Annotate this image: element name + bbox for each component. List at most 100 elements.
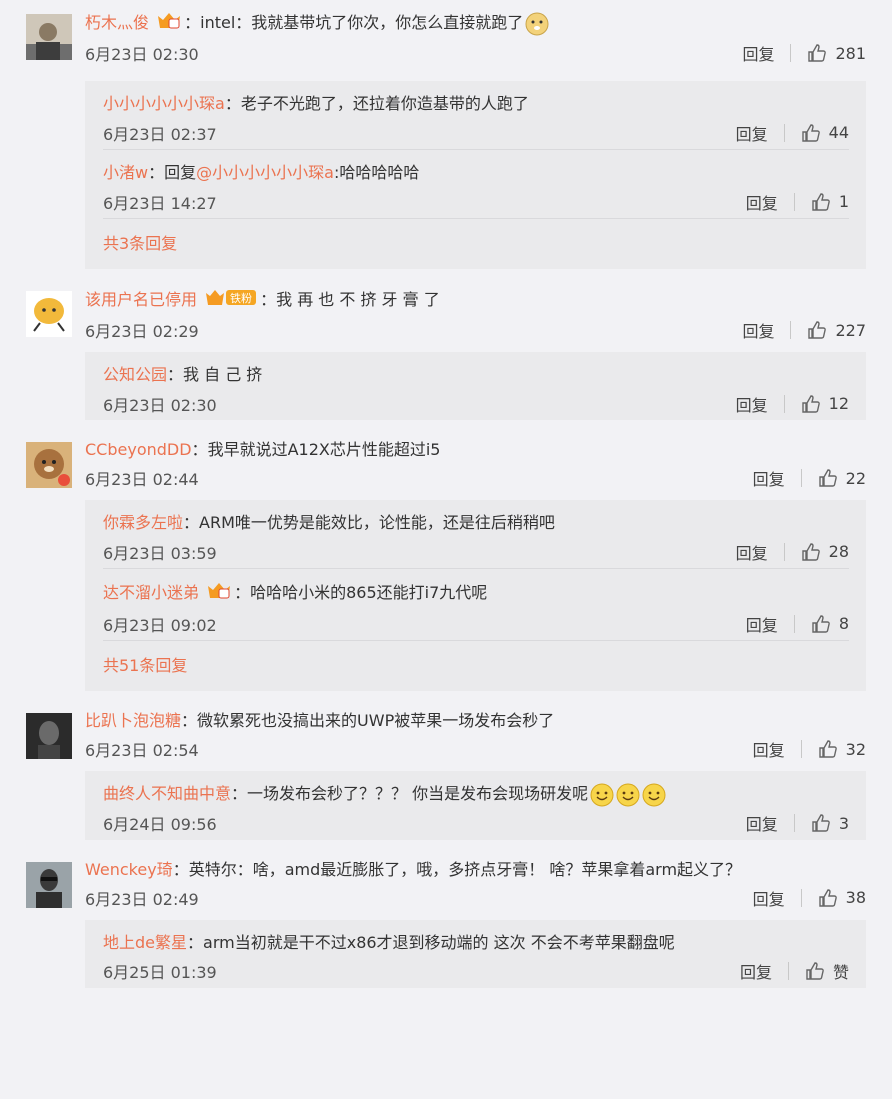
reply-button[interactable]: 回复 — [736, 392, 768, 416]
comment-time: 6月23日 02:54 — [85, 741, 199, 760]
divider — [783, 394, 785, 413]
like-button[interactable]: 44 — [801, 123, 849, 143]
like-count: 赞 — [832, 963, 849, 982]
reply-time: 6月25日 01:39 — [103, 963, 217, 982]
comment-text: 微软累死也没搞出来的UWP被苹果一场发布会秒了 — [197, 711, 555, 730]
reply-button[interactable]: 回复 — [746, 811, 778, 835]
comment-text: 英特尔：啥，amd最近膨胀了，哦，多挤点牙膏！ 啥？苹果拿着arm起义了？ — [188, 859, 742, 879]
fan-badge-icon: 铁粉 — [204, 287, 258, 314]
like-button[interactable]: 28 — [801, 542, 849, 562]
like-button[interactable]: 38 — [818, 888, 866, 908]
reply-item: 小小小小小小琛a：老子不光跑了，还拉着你造基带的人跑了 6月23日 02:37 … — [103, 81, 849, 150]
thumbs-up-icon — [801, 123, 820, 142]
reply-time: 6月24日 09:56 — [103, 815, 217, 834]
reply-time: 6月23日 02:30 — [103, 395, 217, 415]
reply-item: 小渚w：回复@小小小小小小琛a:哈哈哈哈哈 6月23日 14:27 回复 1 — [103, 150, 849, 219]
reply-button[interactable]: 回复 — [736, 121, 768, 145]
like-count: 1 — [838, 192, 849, 211]
reply-username[interactable]: 公知公园 — [103, 365, 167, 384]
comment-time: 6月23日 02:44 — [85, 470, 199, 489]
divider — [787, 962, 789, 980]
avatar[interactable] — [26, 14, 72, 60]
reply-button[interactable]: 回复 — [740, 959, 772, 983]
comment-username[interactable]: CCbeyondDD — [85, 440, 192, 459]
reply-button[interactable]: 回复 — [753, 466, 785, 490]
reply-text: arm当初就是干不过x86才退到移动端的 这次 不会不考苹果翻盘呢 — [203, 932, 675, 952]
avatar[interactable] — [26, 713, 72, 759]
comment: 该用户名已停用 铁粉 ：我 再 也 不 挤 牙 膏 了 6月23日 02:29 回… — [0, 287, 892, 420]
comment-text: 我 再 也 不 挤 牙 膏 了 — [276, 290, 440, 309]
like-button[interactable]: 32 — [818, 739, 866, 759]
reply-text: :哈哈哈哈哈 — [333, 163, 420, 182]
thumbs-up-icon — [818, 888, 837, 907]
comment-username[interactable]: Wenckey琦 — [85, 860, 173, 879]
reply-username[interactable]: 达不溜小迷弟 — [103, 583, 199, 602]
thumbs-up-icon — [812, 192, 830, 211]
thumbs-up-icon — [818, 469, 837, 487]
comment-time: 6月23日 02:29 — [85, 322, 199, 341]
reply-button[interactable]: 回复 — [736, 540, 768, 564]
comment: 朽木灬俊 ：intel：我就基带坑了你次，你怎么直接就跑了 6月23日 02:3… — [0, 0, 892, 269]
avatar[interactable] — [26, 291, 72, 337]
reply-button[interactable]: 回复 — [742, 41, 774, 65]
reply-button[interactable]: 回复 — [746, 190, 778, 214]
like-button[interactable]: 8 — [811, 614, 849, 634]
comment-text: intel：我就基带坑了你次，你怎么直接就跑了 — [200, 13, 524, 32]
crown-badge-icon — [206, 580, 232, 607]
like-count: 3 — [838, 813, 849, 833]
reply-time: 6月23日 09:02 — [103, 615, 217, 635]
more-replies-link[interactable]: 共51条回复 — [103, 641, 849, 691]
reply-username[interactable]: 地上de繁星 — [103, 933, 187, 952]
replies-panel: 你霖多左啦：ARM唯一优势是能效比，论性能，还是往后稍稍吧 6月23日 03:5… — [85, 500, 866, 691]
divider — [790, 321, 792, 339]
reply-username[interactable]: 你霖多左啦 — [103, 513, 183, 532]
like-button[interactable]: 赞 — [805, 959, 849, 983]
like-count: 38 — [845, 888, 866, 907]
like-button[interactable]: 3 — [811, 813, 849, 833]
comment: Wenckey琦：英特尔：啥，amd最近膨胀了，哦，多挤点牙膏！ 啥？苹果拿着a… — [0, 858, 892, 988]
avatar[interactable] — [26, 861, 72, 908]
like-count: 281 — [835, 43, 866, 63]
more-replies-link[interactable]: 共3条回复 — [103, 219, 849, 269]
reply-item: 曲终人不知曲中意：一场发布会秒了？？？ 你当是发布会现场研发呢 6月24日 09… — [103, 783, 849, 835]
divider — [783, 542, 785, 561]
divider — [800, 888, 802, 907]
like-count: 8 — [838, 614, 849, 633]
comment-username[interactable]: 朽木灬俊 — [85, 13, 149, 32]
like-button[interactable]: 12 — [801, 394, 849, 414]
reply-button[interactable]: 回复 — [742, 318, 774, 342]
like-count: 22 — [845, 468, 866, 488]
comment-username[interactable]: 比趴卜泡泡糖 — [85, 711, 181, 730]
replies-panel: 地上de繁星：arm当初就是干不过x86才退到移动端的 这次 不会不考苹果翻盘呢… — [85, 919, 866, 988]
reply-prefix: 回复 — [164, 163, 197, 182]
reply-username[interactable]: 小小小小小小琛a — [103, 94, 225, 113]
avatar[interactable] — [26, 442, 72, 488]
reply-text: ARM唯一优势是能效比，论性能，还是往后稍稍吧 — [199, 513, 555, 532]
like-count: 44 — [828, 123, 849, 142]
like-button[interactable]: 1 — [811, 192, 849, 212]
reply-button[interactable]: 回复 — [753, 886, 785, 910]
like-count: 28 — [828, 542, 849, 561]
doge-emoji-icon — [525, 12, 549, 36]
divider — [790, 44, 792, 62]
reply-item: 公知公园：我 自 己 挤 6月23日 02:30 回复 12 — [103, 365, 849, 416]
reply-item: 地上de繁星：arm当初就是干不过x86才退到移动端的 这次 不会不考苹果翻盘呢… — [103, 932, 849, 983]
reply-text: 哈哈哈小米的865还能打i7九代呢 — [250, 583, 488, 602]
reply-username[interactable]: 小渚w — [103, 163, 148, 182]
comment: 比趴卜泡泡糖：微软累死也没搞出来的UWP被苹果一场发布会秒了 6月23日 02:… — [0, 709, 892, 840]
mention-link[interactable]: @小小小小小小琛a — [196, 163, 334, 182]
reply-time: 6月23日 03:59 — [103, 543, 217, 563]
like-button[interactable]: 227 — [807, 320, 866, 340]
reply-username[interactable]: 曲终人不知曲中意 — [103, 784, 231, 803]
like-button[interactable]: 22 — [818, 468, 866, 488]
replies-panel: 公知公园：我 自 己 挤 6月23日 02:30 回复 12 — [85, 352, 866, 420]
reply-button[interactable]: 回复 — [753, 737, 785, 761]
like-button[interactable]: 281 — [807, 43, 866, 63]
reply-text: 一场发布会秒了？？？ 你当是发布会现场研发呢 — [247, 784, 589, 803]
divider — [783, 123, 785, 142]
comment-username[interactable]: 该用户名已停用 — [85, 290, 197, 309]
thumbs-up-icon — [812, 614, 830, 633]
smile-emoji-icon — [642, 783, 666, 807]
divider — [793, 192, 795, 211]
reply-button[interactable]: 回复 — [746, 612, 778, 636]
